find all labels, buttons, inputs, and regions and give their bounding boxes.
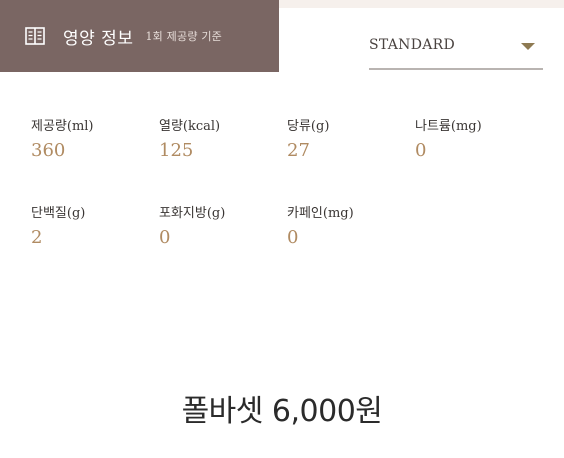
- nutrition-label: 열량(kcal): [159, 119, 221, 134]
- nutrition-value: 27: [287, 140, 310, 161]
- nutrition-item-sodium: 나트륨(mg) 0: [415, 115, 545, 161]
- nutrition-item-saturated-fat: 포화지방(g) 0: [159, 202, 289, 248]
- nutrition-label: 단백질(g): [31, 206, 86, 221]
- nutrition-title: 영양 정보: [63, 28, 134, 49]
- caret-down-icon: [521, 43, 535, 50]
- nutrition-label: 제공량(ml): [31, 119, 94, 134]
- nutrition-value: 0: [287, 227, 299, 248]
- size-select-dropdown[interactable]: STANDARD: [369, 30, 543, 70]
- nutrition-header-tab: 영양 정보 1회 제공량 기준: [0, 0, 279, 72]
- nutrition-item-serving: 제공량(ml) 360: [31, 115, 161, 161]
- size-select-value: STANDARD: [369, 37, 456, 53]
- nutrition-value: 2: [31, 227, 43, 248]
- serving-basis-label: 1회 제공량 기준: [145, 30, 222, 43]
- nutrition-item-sugar: 당류(g) 27: [287, 115, 417, 161]
- nutrition-label: 당류(g): [287, 119, 330, 134]
- nutrition-value: 0: [415, 140, 427, 161]
- nutrition-value: 125: [159, 140, 194, 161]
- book-icon: [25, 27, 45, 45]
- nutrition-value: 0: [159, 227, 171, 248]
- nutrition-label: 카페인(mg): [287, 206, 354, 221]
- nutrition-label: 포화지방(g): [159, 206, 226, 221]
- nutrition-label: 나트륨(mg): [415, 119, 482, 134]
- nutrition-value: 360: [31, 140, 66, 161]
- nutrition-item-caffeine: 카페인(mg) 0: [287, 202, 417, 248]
- nutrition-item-calories: 열량(kcal) 125: [159, 115, 289, 161]
- price-label: 폴바셋 6,000원: [181, 394, 383, 429]
- nutrition-item-protein: 단백질(g) 2: [31, 202, 161, 248]
